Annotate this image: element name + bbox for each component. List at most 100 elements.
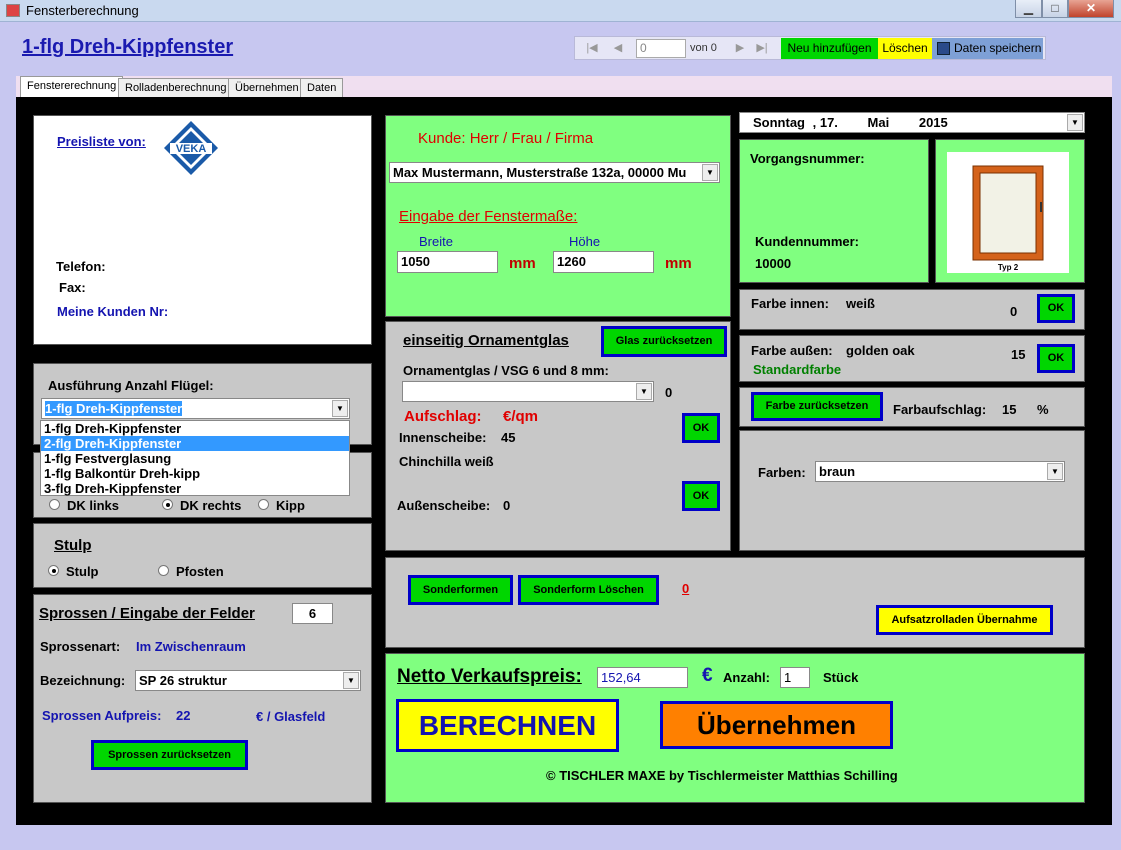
date-day: Sonntag — [753, 115, 805, 130]
disk-icon — [937, 42, 950, 55]
chevron-down-icon[interactable]: ▼ — [343, 672, 359, 689]
aussenscheibe-label: Außenscheibe: — [397, 498, 491, 513]
tab-fensterberechnung[interactable]: Fenstererechnung — [20, 76, 124, 98]
dropdown-option[interactable]: 1-flg Balkontür Dreh-kipp — [41, 466, 349, 481]
svg-text:Typ 2: Typ 2 — [998, 263, 1019, 272]
form-title: 1-flg Dreh-Kippfenster — [22, 36, 234, 58]
preis-panel: Netto Verkaufspreis: 152,64 € Anzahl: 1 … — [385, 653, 1085, 803]
ausfuehrung-select[interactable]: 1-flg Dreh-Kippfenster ▼ — [41, 398, 350, 419]
sprossen-panel: Sprossen / Eingabe der Felder 6 Sprossen… — [33, 594, 372, 803]
chevron-down-icon[interactable]: ▼ — [332, 400, 348, 417]
window-type-image: Typ 2 — [947, 152, 1069, 273]
farben-select[interactable]: braun ▼ — [815, 461, 1065, 482]
farben-selected: braun — [819, 464, 856, 479]
dropdown-option[interactable]: 1-flg Dreh-Kippfenster — [41, 421, 349, 436]
pfosten-radio[interactable] — [158, 565, 169, 576]
record-count-label: von 0 — [690, 42, 717, 54]
sonderform-loeschen-button[interactable]: Sonderform Löschen — [518, 575, 659, 605]
price-list-label: Preisliste von: — [57, 134, 146, 149]
uebernehmen-button[interactable]: Übernehmen — [660, 701, 893, 749]
dropdown-option[interactable]: 2-flg Dreh-Kippfenster — [41, 436, 349, 451]
window-titlebar: Fensterberechnung ▁ □ ✕ — [0, 0, 1121, 22]
netto-preis-value[interactable]: 152,64 — [597, 667, 688, 688]
glas-panel: einseitig Ornamentglas Glas zurücksetzen… — [385, 321, 731, 551]
date-year: 2015 — [918, 115, 948, 130]
farbe-innen-panel: Farbe innen: weiß 0 OK — [739, 289, 1085, 330]
netto-preis-label: Netto Verkaufspreis: — [397, 666, 582, 687]
berechnen-button[interactable]: BERECHNEN — [396, 699, 619, 752]
dk-rechts-label: DK rechts — [180, 498, 242, 513]
breite-label: Breite — [419, 234, 453, 249]
chevron-down-icon[interactable]: ▼ — [636, 383, 652, 400]
farbaufschlag-label: Farbaufschlag: — [893, 402, 987, 417]
farbe-innen-value: weiß — [846, 296, 875, 311]
vorgang-panel: Vorgangsnummer: Kundennummer: 10000 — [739, 139, 929, 283]
glas-ok-button-1[interactable]: OK — [682, 413, 720, 443]
anzahl-input[interactable]: 1 — [780, 667, 810, 688]
sprossen-aufpreis-label: Sprossen Aufpreis: — [42, 708, 162, 723]
last-record-button[interactable]: ▶| — [755, 41, 769, 55]
chevron-down-icon[interactable]: ▼ — [1047, 463, 1063, 480]
dk-links-label: DK links — [67, 498, 120, 513]
kunde-select[interactable]: Max Mustermann, Musterstraße 132a, 00000… — [389, 162, 720, 183]
kunden-nr-label: Meine Kunden Nr: — [57, 304, 169, 319]
ornamentglas-select[interactable]: ▼ — [402, 381, 654, 402]
kunde-label: Kunde: Herr / Frau / Firma — [418, 130, 594, 147]
innenscheibe-label: Innenscheibe: — [399, 430, 487, 445]
tab-rolladenberechnung[interactable]: Rolladenberechnung — [118, 78, 234, 98]
ornamentglas-label: Ornamentglas / VSG 6 und 8 mm: — [403, 363, 609, 378]
delete-record-button[interactable]: Löschen — [878, 38, 932, 59]
farbe-innen-ok-button[interactable]: OK — [1037, 294, 1075, 323]
date-month: Mai — [867, 115, 890, 130]
dk-rechts-radio[interactable] — [162, 499, 173, 510]
stulp-radio[interactable] — [48, 565, 59, 576]
breite-input[interactable]: 1050 — [397, 251, 498, 273]
farbaufschlag-unit: % — [1037, 402, 1049, 417]
sprossenart-label: Sprossenart: — [40, 639, 121, 654]
first-record-button[interactable]: |◀ — [585, 41, 599, 55]
chevron-down-icon[interactable]: ▼ — [1067, 114, 1083, 131]
aufschlag-label: Aufschlag: — [404, 408, 482, 425]
farben-label: Farben: — [758, 465, 806, 480]
kipp-radio[interactable] — [258, 499, 269, 510]
aufsatzrolladen-button[interactable]: Aufsatzrolladen Übernahme — [876, 605, 1053, 635]
breite-unit: mm — [509, 255, 536, 272]
prev-record-button[interactable]: ◀ — [611, 41, 625, 55]
ausfuehrung-selected: 1-flg Dreh-Kippfenster — [45, 401, 183, 416]
dropdown-option[interactable]: 3-flg Dreh-Kippfenster — [41, 481, 349, 496]
hoehe-input[interactable]: 1260 — [553, 251, 654, 273]
farbaufschlag-value: 15 — [1002, 402, 1017, 417]
tab-uebernehmen[interactable]: Übernehmen — [228, 78, 306, 98]
minimize-button[interactable]: ▁ — [1015, 0, 1042, 18]
ausfuehrung-dropdown-list: 1-flg Dreh-Kippfenster 2-flg Dreh-Kippfe… — [40, 420, 350, 496]
veka-logo: VEKA — [162, 119, 220, 177]
close-button[interactable]: ✕ — [1068, 0, 1114, 18]
bezeichnung-select[interactable]: SP 26 struktur ▼ — [135, 670, 361, 691]
ornamentglas-count: 0 — [665, 385, 673, 400]
glas-ok-button-2[interactable]: OK — [682, 481, 720, 511]
sprossen-aufpreis-value: 22 — [176, 708, 191, 723]
chevron-down-icon[interactable]: ▼ — [702, 164, 718, 181]
stueck-label: Stück — [823, 670, 859, 685]
glas-reset-button[interactable]: Glas zurücksetzen — [601, 326, 727, 357]
next-record-button[interactable]: ▶ — [733, 41, 747, 55]
record-position-input[interactable]: 0 — [636, 39, 686, 58]
dk-links-radio[interactable] — [49, 499, 60, 510]
sonderformen-panel: Sonderformen Sonderform Löschen 0 Aufsat… — [385, 557, 1085, 648]
kundennummer-label: Kundennummer: — [755, 234, 859, 249]
add-record-button[interactable]: Neu hinzufügen — [781, 38, 878, 59]
copyright-label: © TISCHLER MAXE by Tischlermeister Matth… — [546, 768, 898, 783]
dropdown-option[interactable]: 1-flg Festverglasung — [41, 451, 349, 466]
hoehe-unit: mm — [665, 255, 692, 272]
farbe-aussen-ok-button[interactable]: OK — [1037, 344, 1075, 373]
save-data-button[interactable]: Daten speichern — [932, 38, 1043, 59]
sonderformen-button[interactable]: Sonderformen — [408, 575, 513, 605]
masse-label: Eingabe der Fenstermaße: — [399, 208, 578, 225]
stulp-title: Stulp — [54, 537, 92, 554]
maximize-button[interactable]: □ — [1042, 0, 1068, 18]
sprossen-reset-button[interactable]: Sprossen zurücksetzen — [91, 740, 248, 770]
felder-input[interactable]: 6 — [292, 603, 333, 624]
date-picker[interactable]: Sonntag , 17. Mai 2015 ▼ — [739, 112, 1085, 133]
farbe-reset-button[interactable]: Farbe zurücksetzen — [751, 392, 883, 421]
tab-daten[interactable]: Daten — [300, 78, 344, 98]
